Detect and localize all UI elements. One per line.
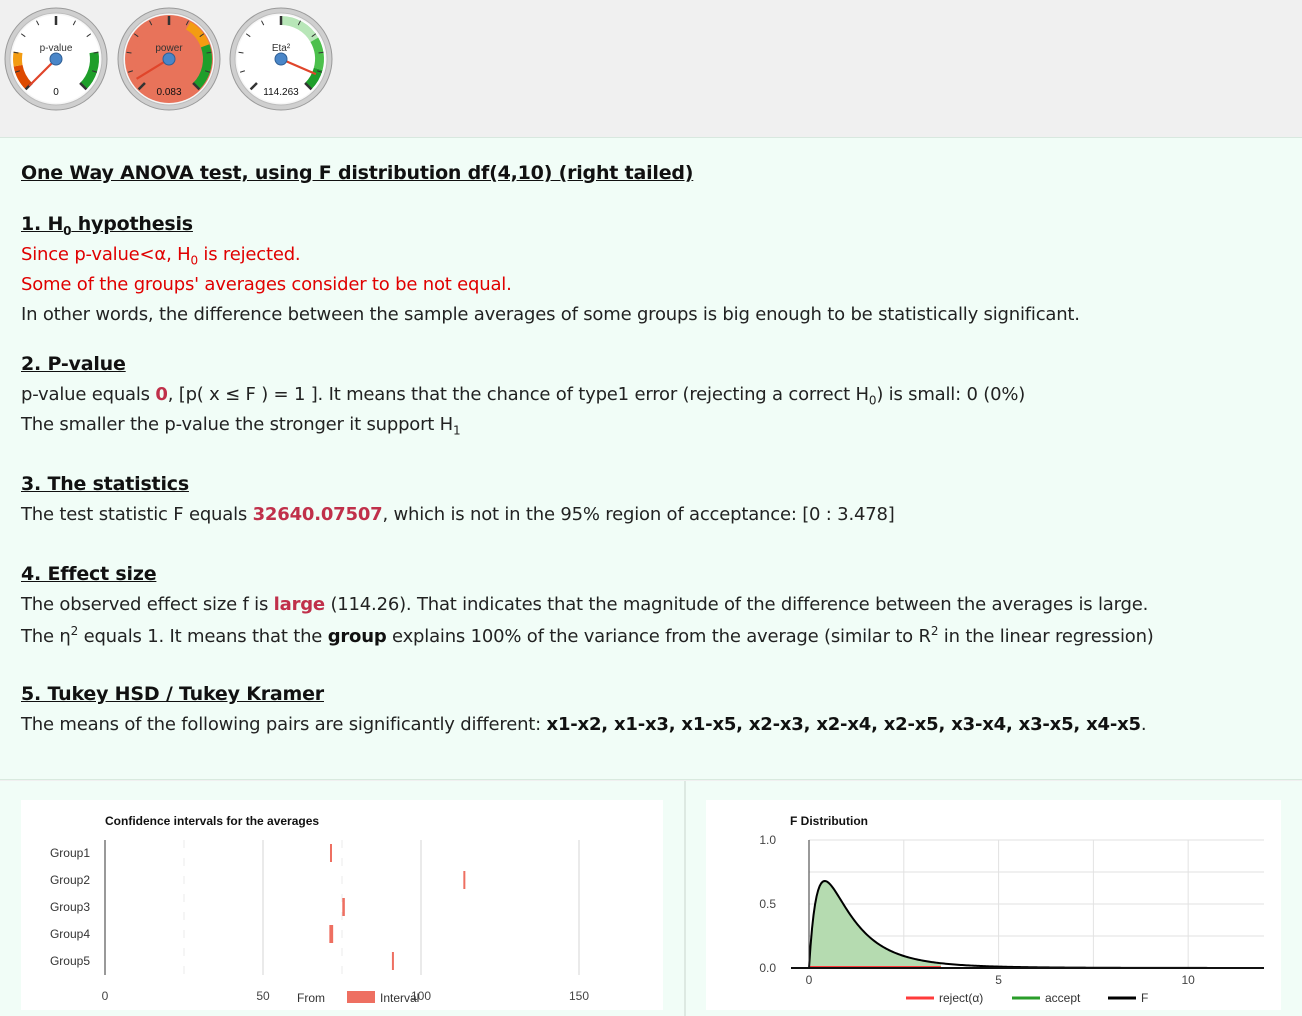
gauge-power: power 0.083 — [117, 7, 221, 111]
ci-xtick-label: 150 — [569, 989, 589, 1003]
fdist-chart-title: F Distribution — [790, 814, 868, 828]
ci-interval-bar — [391, 952, 394, 970]
section-pvalue-title: 2. P-value — [21, 353, 126, 375]
ci-legend-interval: Interval — [380, 991, 419, 1005]
gauge-eta: Eta² 114.263 — [229, 7, 333, 111]
fdist-ytick-label: 1.0 — [759, 833, 776, 847]
fdist-ytick-label: 0.0 — [759, 961, 776, 975]
charts-divider — [684, 781, 686, 1016]
gauge-value: 114.263 — [263, 87, 299, 98]
hypothesis-groups-text: Some of the groups' averages consider to… — [21, 274, 512, 295]
fdist-legend-label: reject(α) — [939, 991, 983, 1005]
fdist-accept-area — [809, 881, 941, 968]
ci-legend-from: From — [297, 991, 325, 1005]
ci-category-label: Group2 — [50, 873, 90, 887]
ci-legend-swatch — [347, 991, 375, 1003]
pvalue-text: p-value equals 0, [p( x ≤ F ) = 1 ]. It … — [21, 384, 1026, 408]
gauge-label: power — [155, 43, 183, 54]
fdist-xtick-label: 0 — [806, 973, 813, 987]
ci-interval-bar — [329, 925, 334, 943]
section-statistics-title: 3. The statistics — [21, 473, 189, 495]
gauge-label: Eta² — [272, 43, 291, 54]
pvalue-support-text: The smaller the p-value the stronger it … — [21, 414, 461, 438]
ci-interval-bar — [463, 871, 466, 889]
gauge-hub — [274, 52, 288, 66]
hypothesis-explanation-text: In other words, the difference between t… — [21, 304, 1080, 325]
ci-interval-bar — [342, 898, 345, 916]
gauge-label: p-value — [40, 43, 73, 54]
gauge-hub — [49, 52, 63, 66]
fdist-legend-label: accept — [1045, 991, 1081, 1005]
ci-category-label: Group1 — [50, 846, 90, 860]
ci-category-label: Group5 — [50, 954, 90, 968]
tukey-text: The means of the following pairs are sig… — [21, 714, 1147, 735]
hypothesis-rejected-text: Since p-value<α, H0 is rejected. — [21, 244, 301, 268]
gauge-band — [13, 51, 23, 67]
gauge-pvalue: p-value 0 — [4, 7, 108, 111]
ci-chart-card: Confidence intervals for the averages 0 50… — [21, 800, 663, 1010]
statistics-text: The test statistic F equals 32640.07507,… — [21, 504, 895, 525]
gauge-hub — [162, 52, 176, 66]
fdist-ytick-label: 0.5 — [759, 897, 776, 911]
report-title: One Way ANOVA test, using F distribution… — [21, 162, 694, 184]
fdist-xtick-label: 5 — [995, 973, 1002, 987]
section-hypothesis-title: 1. H0 hypothesis — [21, 213, 193, 238]
gauge-value: 0.083 — [156, 87, 181, 98]
gauge-value: 0 — [53, 87, 59, 98]
fdist-chart-card: F Distribution 0.0 0.5 1.0 0 5 10 reject(α) acce… — [706, 800, 1281, 1010]
ci-category-label: Group3 — [50, 900, 90, 914]
section-tukey-title: 5. Tukey HSD / Tukey Kramer — [21, 683, 324, 705]
fdist-legend-label: F — [1141, 991, 1148, 1005]
ci-interval-bar — [329, 844, 332, 862]
anova-report: One Way ANOVA test, using F distribution… — [0, 138, 1302, 780]
charts-area: Confidence intervals for the averages 0 50… — [0, 781, 1302, 1016]
section-effect-size-title: 4. Effect size — [21, 563, 157, 585]
effect-size-text: The observed effect size f is large (114… — [21, 594, 1149, 615]
gauges-bar: p-value 0 power 0.083 Eta² 114.263 — [0, 0, 1302, 138]
fdist-xtick-label: 10 — [1181, 973, 1195, 987]
ci-category-label: Group4 — [50, 927, 90, 941]
eta-squared-text: The η2 equals 1. It means that the group… — [21, 624, 1154, 647]
ci-chart: Confidence intervals for the averages 0 50… — [50, 814, 589, 1005]
ci-chart-title: Confidence intervals for the averages — [105, 814, 319, 828]
ci-xtick-label: 50 — [256, 989, 270, 1003]
fdist-chart: F Distribution 0.0 0.5 1.0 0 5 10 reject(α) acce… — [759, 814, 1265, 1005]
ci-xtick-label: 0 — [102, 989, 109, 1003]
